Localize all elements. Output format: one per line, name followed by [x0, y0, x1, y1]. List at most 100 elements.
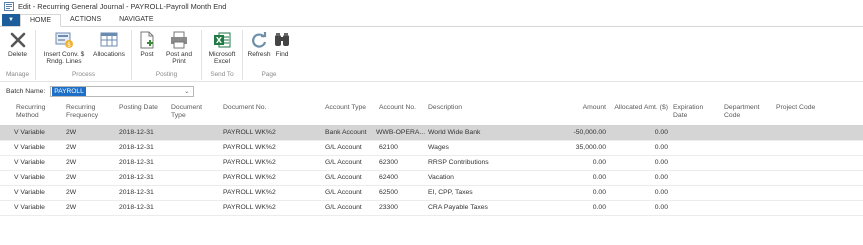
col-header-recurring-frequency[interactable]: Recurring Frequency [66, 104, 114, 120]
window-title: Edit - Recurring General Journal - PAYRO… [18, 2, 227, 11]
cell-account-type[interactable]: G/L Account [325, 174, 362, 181]
cell-posting-date[interactable]: 2018-12-31 [119, 144, 154, 151]
post-and-print-label: Post and Print [165, 51, 193, 65]
cell-recurring-frequency[interactable]: 2W [66, 204, 76, 211]
col-header-document-no[interactable]: Document No. [223, 104, 303, 112]
col-header-account-no[interactable]: Account No. [379, 104, 424, 112]
cell-account-type[interactable]: G/L Account [325, 204, 362, 211]
cell-document-no[interactable]: PAYROLL WK%2 [223, 159, 276, 166]
cell-recurring-method[interactable]: V Variable [14, 174, 45, 181]
cell-document-no[interactable]: PAYROLL WK%2 [223, 144, 276, 151]
delete-button[interactable]: Delete [5, 30, 31, 70]
col-header-project-code[interactable]: Project Code [776, 104, 836, 112]
col-header-expiration-date[interactable]: Expiration Date [673, 104, 715, 120]
cell-recurring-method[interactable]: V Variable [14, 129, 45, 136]
table-row[interactable]: V Variable 2W 2018-12-31 PAYROLL WK%2 G/… [0, 141, 863, 156]
col-header-description[interactable]: Description [428, 104, 538, 112]
cell-recurring-method[interactable]: V Variable [14, 189, 45, 196]
table-row[interactable]: V Variable 2W 2018-12-31 PAYROLL WK%2 G/… [0, 201, 863, 216]
cell-allocated-amt: 0.00 [654, 174, 668, 181]
cell-account-no[interactable]: 62300 [379, 159, 398, 166]
cell-document-no[interactable]: PAYROLL WK%2 [223, 204, 276, 211]
cell-posting-date[interactable]: 2018-12-31 [119, 189, 154, 196]
insert-conv-icon: $ [54, 30, 74, 50]
insert-conv-button[interactable]: $ Insert Conv. $ Rndg. Lines [38, 30, 90, 70]
cell-description[interactable]: CRA Payable Taxes [428, 204, 488, 211]
cell-account-no[interactable]: 23300 [379, 204, 398, 211]
binoculars-icon [272, 30, 292, 50]
allocations-button[interactable]: Allocations [90, 30, 128, 70]
cell-account-no[interactable]: WWB-OPERA... [376, 129, 425, 136]
post-and-print-button[interactable]: Post and Print [160, 30, 198, 70]
col-header-posting-date[interactable]: Posting Date [119, 104, 169, 112]
col-header-document-type[interactable]: Document Type [171, 104, 209, 120]
col-header-recurring-method[interactable]: Recurring Method [16, 104, 60, 120]
cell-account-type[interactable]: G/L Account [325, 189, 362, 196]
tab-home[interactable]: HOME [20, 14, 61, 27]
cell-amount[interactable]: 0.00 [546, 204, 606, 211]
table-row[interactable]: V Variable 2W 2018-12-31 PAYROLL WK%2 G/… [0, 186, 863, 201]
cell-account-no[interactable]: 62400 [379, 174, 398, 181]
cell-posting-date[interactable]: 2018-12-31 [119, 129, 154, 136]
cell-account-type[interactable]: G/L Account [325, 144, 362, 151]
chevron-down-icon: ▼ [8, 17, 14, 23]
cell-posting-date[interactable]: 2018-12-31 [119, 174, 154, 181]
cell-recurring-frequency[interactable]: 2W [66, 129, 76, 136]
cell-posting-date[interactable]: 2018-12-31 [119, 204, 154, 211]
cell-recurring-frequency[interactable]: 2W [66, 159, 76, 166]
find-button[interactable]: Find [272, 30, 292, 70]
cell-description[interactable]: EI, CPP, Taxes [428, 189, 473, 196]
cell-recurring-frequency[interactable]: 2W [66, 174, 76, 181]
cell-recurring-method[interactable]: V Variable [14, 204, 45, 211]
svg-text:X: X [216, 36, 223, 45]
cell-description[interactable]: RRSP Contributions [428, 159, 489, 166]
table-row[interactable]: V Variable 2W 2018-12-31 PAYROLL WK%2 G/… [0, 171, 863, 186]
cell-amount[interactable]: 35,000.00 [546, 144, 606, 151]
cell-document-no[interactable]: PAYROLL WK%2 [223, 189, 276, 196]
ribbon-group-page: Refresh Find Page [243, 30, 295, 80]
file-menu-button[interactable]: ▼ [2, 14, 20, 26]
cell-account-no[interactable]: 62500 [379, 189, 398, 196]
refresh-button[interactable]: Refresh [246, 30, 272, 70]
cell-document-no[interactable]: PAYROLL WK%2 [223, 174, 276, 181]
delete-x-icon [8, 30, 28, 50]
group-label-posting: Posting [155, 71, 178, 78]
cell-posting-date[interactable]: 2018-12-31 [119, 159, 154, 166]
cell-recurring-frequency[interactable]: 2W [66, 189, 76, 196]
journal-grid: Recurring Method Recurring Frequency Pos… [0, 102, 863, 216]
col-header-allocated-amt[interactable]: Allocated Amt. ($) [612, 104, 668, 112]
post-button[interactable]: Post [134, 30, 160, 70]
post-icon [137, 30, 157, 50]
cell-amount[interactable]: 0.00 [546, 174, 606, 181]
table-row[interactable]: V Variable 2W 2018-12-31 PAYROLL WK%2 Ba… [0, 126, 863, 141]
cell-allocated-amt: 0.00 [654, 204, 668, 211]
col-header-account-type[interactable]: Account Type [325, 104, 375, 112]
cell-recurring-method[interactable]: V Variable [14, 159, 45, 166]
cell-amount[interactable]: -50,000.00 [546, 129, 606, 136]
chevron-down-icon[interactable]: ⌄ [184, 88, 189, 95]
col-header-amount[interactable]: Amount [560, 104, 606, 112]
tab-navigate[interactable]: NAVIGATE [110, 13, 162, 26]
cell-description[interactable]: Vacation [428, 174, 454, 181]
microsoft-excel-button[interactable]: X Microsoft Excel [203, 30, 241, 70]
tab-actions[interactable]: ACTIONS [61, 13, 110, 26]
cell-recurring-method[interactable]: V Variable [14, 144, 45, 151]
cell-document-no[interactable]: PAYROLL WK%2 [223, 129, 276, 136]
cell-account-no[interactable]: 62100 [379, 144, 398, 151]
batch-name-select[interactable]: PAYROLL ⌄ [50, 86, 195, 97]
cell-allocated-amt: 0.00 [654, 189, 668, 196]
group-label-page: Page [261, 71, 277, 78]
cell-account-type[interactable]: Bank Account [325, 129, 367, 136]
cell-amount[interactable]: 0.00 [546, 189, 606, 196]
table-row[interactable]: V Variable 2W 2018-12-31 PAYROLL WK%2 G/… [0, 156, 863, 171]
cell-description[interactable]: World Wide Bank [428, 129, 480, 136]
find-label: Find [275, 51, 289, 58]
tab-home-label: HOME [30, 17, 51, 24]
cell-recurring-frequency[interactable]: 2W [66, 144, 76, 151]
allocations-label: Allocations [93, 51, 125, 58]
cell-description[interactable]: Wages [428, 144, 449, 151]
cell-amount[interactable]: 0.00 [546, 159, 606, 166]
cell-account-type[interactable]: G/L Account [325, 159, 362, 166]
col-header-department-code[interactable]: Department Code [724, 104, 768, 120]
post-label: Post [140, 51, 154, 58]
